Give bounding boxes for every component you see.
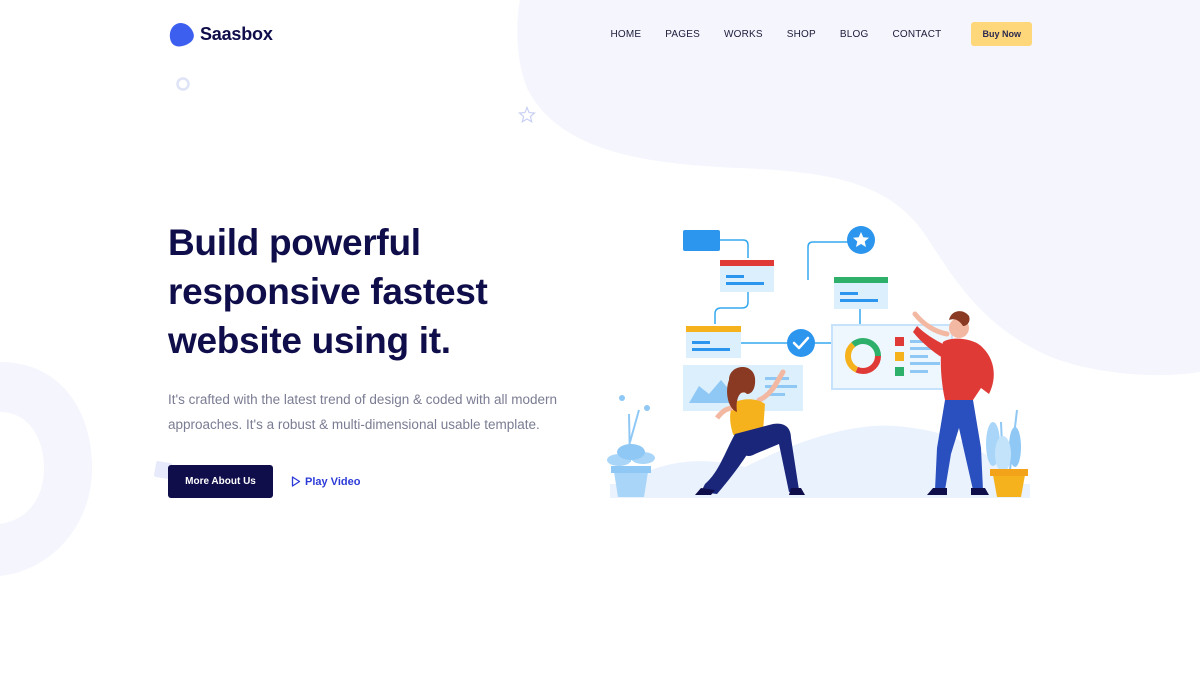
nav-pages[interactable]: PAGES bbox=[665, 29, 700, 40]
hero-illustration bbox=[607, 226, 1030, 498]
nav-home[interactable]: HOME bbox=[610, 29, 641, 40]
ring-decoration-icon bbox=[176, 77, 190, 91]
donut-chart-panel bbox=[831, 324, 953, 390]
star-outline-icon bbox=[518, 106, 536, 124]
brand-logo[interactable]: Saasbox bbox=[168, 21, 273, 47]
diagram-card-red bbox=[720, 260, 774, 292]
hero-title: Build powerful responsive fastest websit… bbox=[168, 218, 588, 365]
nav-works[interactable]: WORKS bbox=[724, 29, 763, 40]
play-video-link[interactable]: Play Video bbox=[291, 476, 360, 488]
main-nav: HOME PAGES WORKS SHOP BLOG CONTACT Buy N… bbox=[586, 22, 1032, 46]
play-triangle-icon bbox=[291, 476, 301, 487]
hero-section: Build powerful responsive fastest websit… bbox=[168, 218, 588, 498]
nav-contact[interactable]: CONTACT bbox=[892, 29, 941, 40]
blob-logo-icon bbox=[169, 23, 194, 47]
hero-title-line-2: responsive fastest bbox=[168, 271, 488, 312]
nav-shop[interactable]: SHOP bbox=[787, 29, 816, 40]
diagram-card-green bbox=[834, 277, 888, 309]
brand-name: Saasbox bbox=[200, 23, 273, 44]
hero-title-line-1: Build powerful bbox=[168, 222, 421, 263]
more-about-us-button[interactable]: More About Us bbox=[168, 465, 273, 498]
hero-description: It's crafted with the latest trend of de… bbox=[168, 392, 558, 432]
hero-cta-row: More About Us Play Video bbox=[168, 465, 588, 498]
check-badge-icon bbox=[787, 329, 815, 357]
diagram-card-yellow bbox=[686, 326, 741, 358]
nav-blog[interactable]: BLOG bbox=[840, 29, 869, 40]
play-video-label: Play Video bbox=[305, 475, 361, 488]
buy-now-button[interactable]: Buy Now bbox=[971, 22, 1032, 46]
site-header: Saasbox HOME PAGES WORKS SHOP BLOG CONTA… bbox=[168, 18, 1032, 50]
hero-title-line-3: website using it. bbox=[168, 320, 451, 361]
